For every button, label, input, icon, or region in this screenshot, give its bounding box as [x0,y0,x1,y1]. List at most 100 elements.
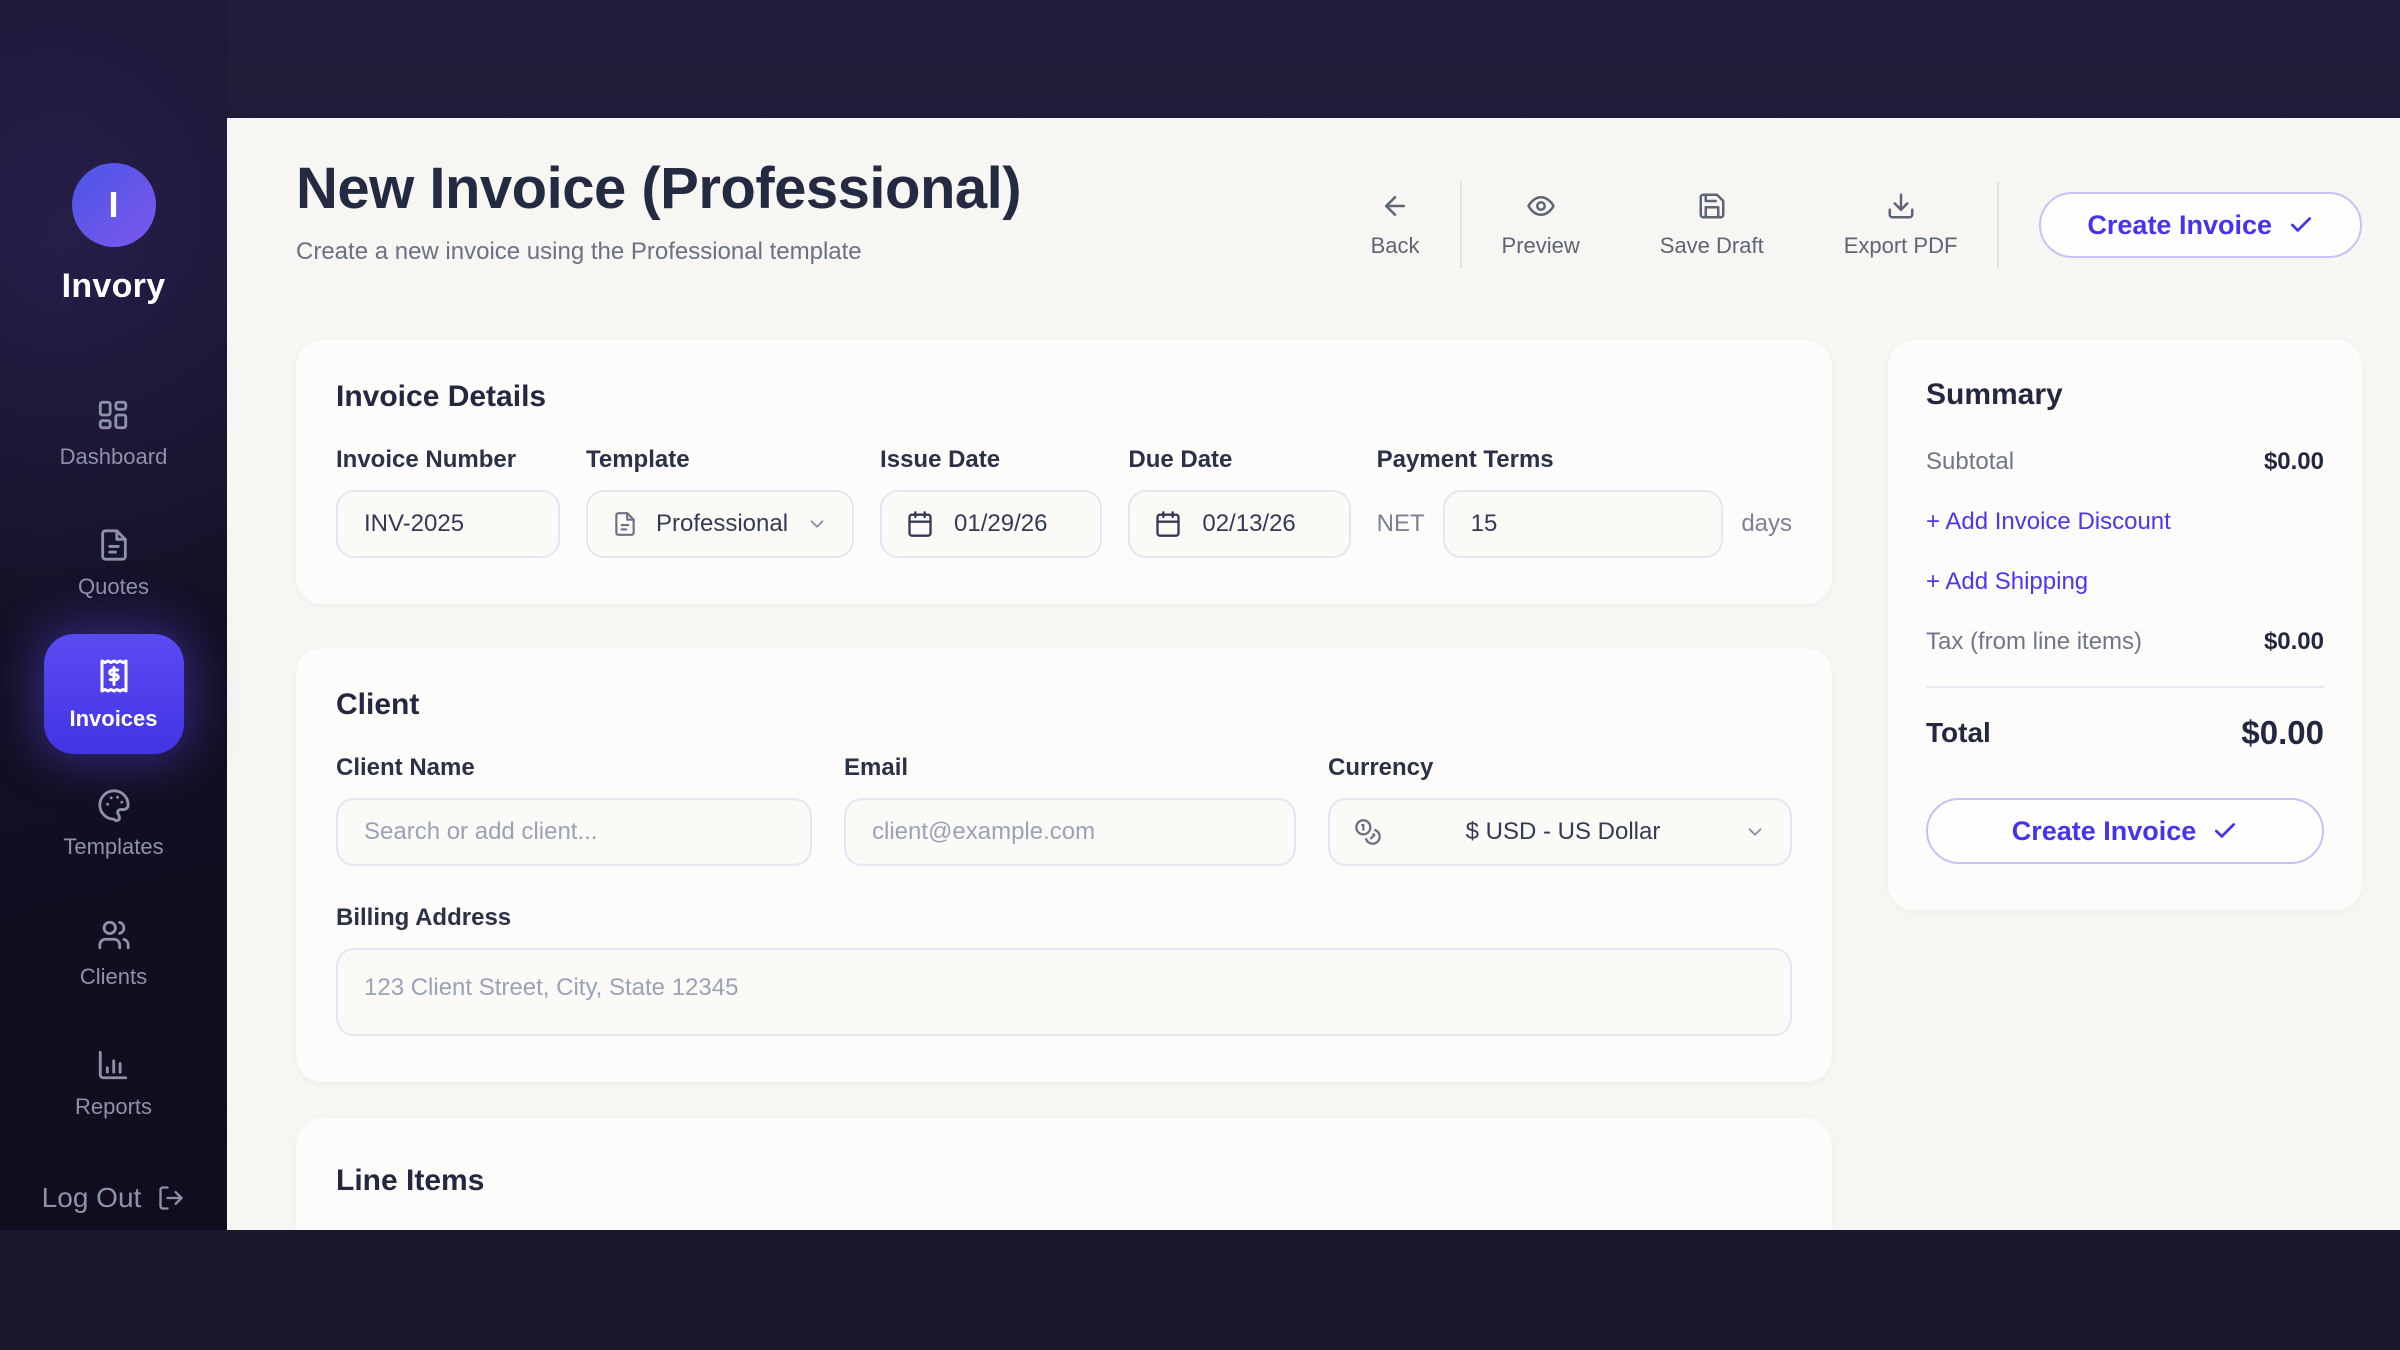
subtotal-value: $0.00 [2264,448,2324,476]
email-label: Email [844,754,1296,782]
logout-icon [157,1184,185,1212]
divider [1997,182,1999,268]
client-name-label: Client Name [336,754,812,782]
client-card: Client Client Name Email Curre [296,648,1832,1082]
main-panel: New Invoice (Professional) Create a new … [227,118,2400,1230]
sidebar-item-label: Quotes [78,574,149,600]
check-icon [2212,818,2238,844]
summary-card: Summary Subtotal $0.00 + Add Invoice Dis… [1888,340,2362,910]
create-invoice-button[interactable]: Create Invoice [1926,798,2324,864]
preview-button[interactable]: Preview [1462,191,1620,259]
tax-label: Tax (from line items) [1926,628,2142,656]
line-items-title: Line Items [336,1164,1792,1198]
sidebar-item-templates[interactable]: Templates [63,788,163,860]
arrow-left-icon [1380,191,1410,221]
check-icon [2288,212,2314,238]
create-invoice-label: Create Invoice [2012,816,2197,847]
sidebar-item-label: Templates [63,834,163,860]
client-title: Client [336,688,1792,722]
email-input[interactable] [844,798,1296,866]
reports-chart-icon [96,1048,130,1082]
summary-title: Summary [1926,378,2324,412]
payment-terms-input[interactable] [1443,490,1724,558]
form-column: Invoice Details Invoice Number Template [296,340,1832,1230]
create-invoice-label: Create Invoice [2087,210,2272,241]
total-label: Total [1926,717,1991,749]
issue-date-label: Issue Date [880,446,1102,474]
client-name-input[interactable] [336,798,812,866]
subtotal-label: Subtotal [1926,448,2014,476]
export-pdf-button[interactable]: Export PDF [1804,191,1998,259]
issue-date-value: 01/29/26 [954,510,1047,538]
sidebar-item-dashboard[interactable]: Dashboard [60,398,168,470]
create-invoice-button[interactable]: Create Invoice [2039,192,2362,258]
template-label: Template [586,446,854,474]
quotes-icon [97,528,131,562]
sidebar-item-quotes[interactable]: Quotes [78,528,149,600]
sidebar-item-label: Clients [80,964,147,990]
dashboard-icon [96,398,130,432]
invoice-number-input[interactable] [336,490,560,558]
invoice-number-label: Invoice Number [336,446,560,474]
file-text-icon [612,511,638,537]
chevron-down-icon [1744,821,1766,843]
net-label: NET [1377,510,1425,538]
app-screen: I Invory Dashboard Quotes Invoices [0,0,2400,1350]
due-date-value: 02/13/26 [1202,510,1295,538]
logout-button[interactable]: Log Out [0,1182,227,1214]
save-icon [1697,191,1727,221]
preview-label: Preview [1502,233,1580,259]
page-header: New Invoice (Professional) Create a new … [296,156,2362,268]
sidebar-item-label: Invoices [69,706,157,732]
templates-palette-icon [97,788,131,822]
eye-icon [1526,191,1556,221]
calendar-icon [1154,510,1182,538]
clients-users-icon [97,918,131,952]
sidebar-item-label: Reports [75,1094,152,1120]
add-invoice-discount-link[interactable]: + Add Invoice Discount [1926,508,2324,536]
back-label: Back [1371,233,1420,259]
due-date-picker[interactable]: 02/13/26 [1128,490,1350,558]
chevron-down-icon [806,513,828,535]
sidebar-item-clients[interactable]: Clients [80,918,147,990]
summary-column: Summary Subtotal $0.00 + Add Invoice Dis… [1888,340,2362,910]
download-icon [1886,191,1916,221]
template-value: Professional [656,510,788,538]
logo-letter: I [108,184,118,226]
sidebar-item-invoices[interactable]: Invoices [44,634,184,754]
invoice-details-title: Invoice Details [336,380,1792,414]
currency-label: Currency [1328,754,1792,782]
page-title: New Invoice (Professional) [296,156,1021,222]
line-items-card: Line Items [296,1118,1832,1230]
brand-name: Invory [62,267,166,306]
sidebar-item-label: Dashboard [60,444,168,470]
currency-select[interactable]: $ USD - US Dollar [1328,798,1792,866]
header-actions: Back Preview Save Draft [1331,182,2362,268]
app-logo: I [72,163,156,247]
calendar-icon [906,510,934,538]
tax-value: $0.00 [2264,628,2324,656]
save-draft-button[interactable]: Save Draft [1620,191,1804,259]
export-pdf-label: Export PDF [1844,233,1958,259]
payment-terms-label: Payment Terms [1377,446,1792,474]
billing-address-textarea[interactable] [336,948,1792,1036]
currency-value: $ USD - US Dollar [1400,818,1726,846]
template-select[interactable]: Professional [586,490,854,558]
divider [1926,686,2324,688]
save-draft-label: Save Draft [1660,233,1764,259]
days-label: days [1741,510,1792,538]
back-button[interactable]: Back [1331,191,1460,259]
invoices-receipt-icon [96,658,132,694]
coins-icon [1354,818,1382,846]
sidebar-nav: Dashboard Quotes Invoices Templates [0,398,227,1178]
page-subtitle: Create a new invoice using the Professio… [296,238,1021,266]
logout-label: Log Out [42,1182,142,1214]
total-value: $0.00 [2241,714,2324,752]
sidebar: I Invory Dashboard Quotes Invoices [0,0,227,1230]
invoice-details-card: Invoice Details Invoice Number Template [296,340,1832,604]
due-date-label: Due Date [1128,446,1350,474]
sidebar-item-reports[interactable]: Reports [75,1048,152,1120]
issue-date-picker[interactable]: 01/29/26 [880,490,1102,558]
billing-address-label: Billing Address [336,904,1792,932]
add-shipping-link[interactable]: + Add Shipping [1926,568,2324,596]
